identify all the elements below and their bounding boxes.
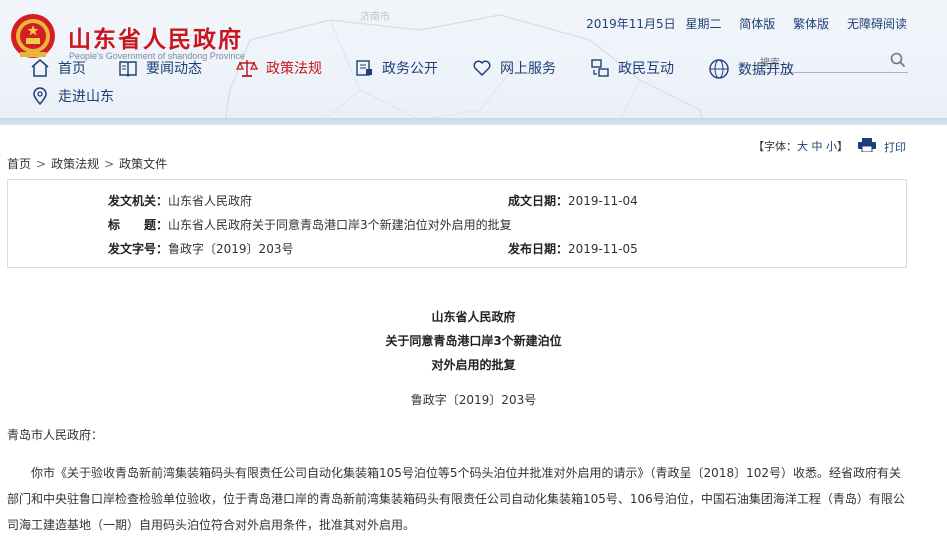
nav-item-policy[interactable]: 政策法规 [236, 58, 322, 78]
breadcrumb-policy[interactable]: 政策法规 [51, 157, 99, 171]
nav-label: 要闻动态 [146, 61, 202, 77]
simplified-link[interactable]: 简体版 [739, 17, 775, 31]
nav-item-open-data[interactable]: 数据开放 [708, 58, 794, 80]
meta-number-label: 发文字号： [108, 242, 169, 256]
current-date: 2019年11月5日 [586, 17, 676, 31]
font-size-control: 【字体：大 中 小】 [753, 138, 848, 154]
font-control-close: 】 [837, 140, 848, 153]
font-small-button[interactable]: 小 [826, 140, 837, 153]
meta-issuer: 发文机关：山东省人民政府 [108, 192, 252, 209]
nav-label: 首页 [58, 61, 86, 77]
nav-label: 政务公开 [382, 61, 438, 77]
nav-label: 网上服务 [500, 61, 556, 77]
national-emblem-icon [11, 14, 55, 58]
meta-issuer-label: 发文机关： [108, 194, 169, 208]
breadcrumb: 首页 > 政策法规 > 政策文件 [7, 155, 167, 172]
print-button[interactable]: 打印 [858, 138, 906, 155]
meta-publish-label: 发布日期： [508, 242, 569, 256]
data-globe-icon [708, 58, 730, 80]
breadcrumb-docs[interactable]: 政策文件 [119, 157, 167, 171]
government-icon [354, 58, 374, 78]
location-pin-icon [30, 86, 50, 106]
document-heading-line2: 对外启用的批复 [431, 358, 516, 372]
breadcrumb-home[interactable]: 首页 [7, 157, 31, 171]
document-number: 鲁政字〔2019〕203号 [410, 393, 537, 407]
scales-icon [236, 58, 258, 78]
nav-label: 数据开放 [738, 62, 794, 78]
meta-title-label: 标 题： [108, 218, 169, 232]
breadcrumb-separator: > [104, 157, 115, 171]
nav-label: 政民互动 [618, 61, 674, 77]
current-weekday: 星期二 [685, 17, 722, 31]
meta-number-value: 鲁政字〔2019〕203号 [168, 242, 294, 256]
print-label: 打印 [884, 140, 906, 154]
nav-label: 政策法规 [266, 61, 322, 77]
meta-publish: 发布日期：2019-11-05 [508, 240, 638, 257]
news-icon [118, 58, 138, 78]
site-title[interactable]: 山东省人民政府 [68, 20, 243, 54]
breadcrumb-separator: > [36, 157, 47, 171]
meta-date: 成文日期：2019-11-04 [508, 192, 638, 209]
document-heading-issuer: 山东省人民政府 [431, 310, 516, 324]
meta-publish-value: 2019-11-05 [568, 242, 638, 256]
interaction-icon [590, 58, 610, 78]
map-label: 济南市 [360, 12, 390, 23]
document-heading-line1: 关于同意青岛港口岸3个新建泊位 [385, 334, 562, 348]
traditional-link[interactable]: 繁体版 [793, 17, 829, 31]
meta-issuer-value: 山东省人民政府 [168, 194, 253, 208]
font-medium-button[interactable]: 中 [812, 140, 823, 153]
home-icon [30, 58, 50, 78]
meta-title: 标 题：山东省人民政府关于同意青岛港口岸3个新建泊位对外启用的批复 [108, 216, 512, 233]
printer-icon [858, 138, 876, 155]
meta-number: 发文字号：鲁政字〔2019〕203号 [108, 240, 293, 257]
font-control-label: 【字体： [753, 140, 797, 153]
site-header: 济南市 山东省人民政府 People's Government of shand… [0, 0, 947, 122]
heart-icon [472, 58, 492, 78]
meta-date-label: 成文日期： [508, 194, 569, 208]
font-large-button[interactable]: 大 [797, 140, 808, 153]
header-divider [0, 118, 947, 125]
nav-item-gov-affairs[interactable]: 政务公开 [354, 58, 438, 78]
document-body: 你市《关于验收青岛新前湾集装箱码头有限责任公司自动化集装箱105号泊位等5个码头… [7, 466, 905, 532]
meta-date-value: 2019-11-04 [568, 194, 638, 208]
document-salutation: 青岛市人民政府： [7, 428, 104, 442]
top-bar: 2019年11月5日 星期二 简体版 繁体版 无障碍阅读 [586, 15, 907, 32]
nav-label: 走进山东 [58, 89, 114, 105]
accessible-reading-link[interactable]: 无障碍阅读 [847, 17, 907, 31]
nav-item-online-service[interactable]: 网上服务 [472, 58, 556, 78]
nav-item-home[interactable]: 首页 [30, 58, 86, 78]
nav-item-interaction[interactable]: 政民互动 [590, 58, 674, 78]
meta-title-value: 山东省人民政府关于同意青岛港口岸3个新建泊位对外启用的批复 [168, 218, 512, 232]
search-icon[interactable] [890, 52, 906, 72]
nav-item-visit-shandong[interactable]: 走进山东 [30, 86, 114, 106]
nav-item-news[interactable]: 要闻动态 [118, 58, 202, 78]
